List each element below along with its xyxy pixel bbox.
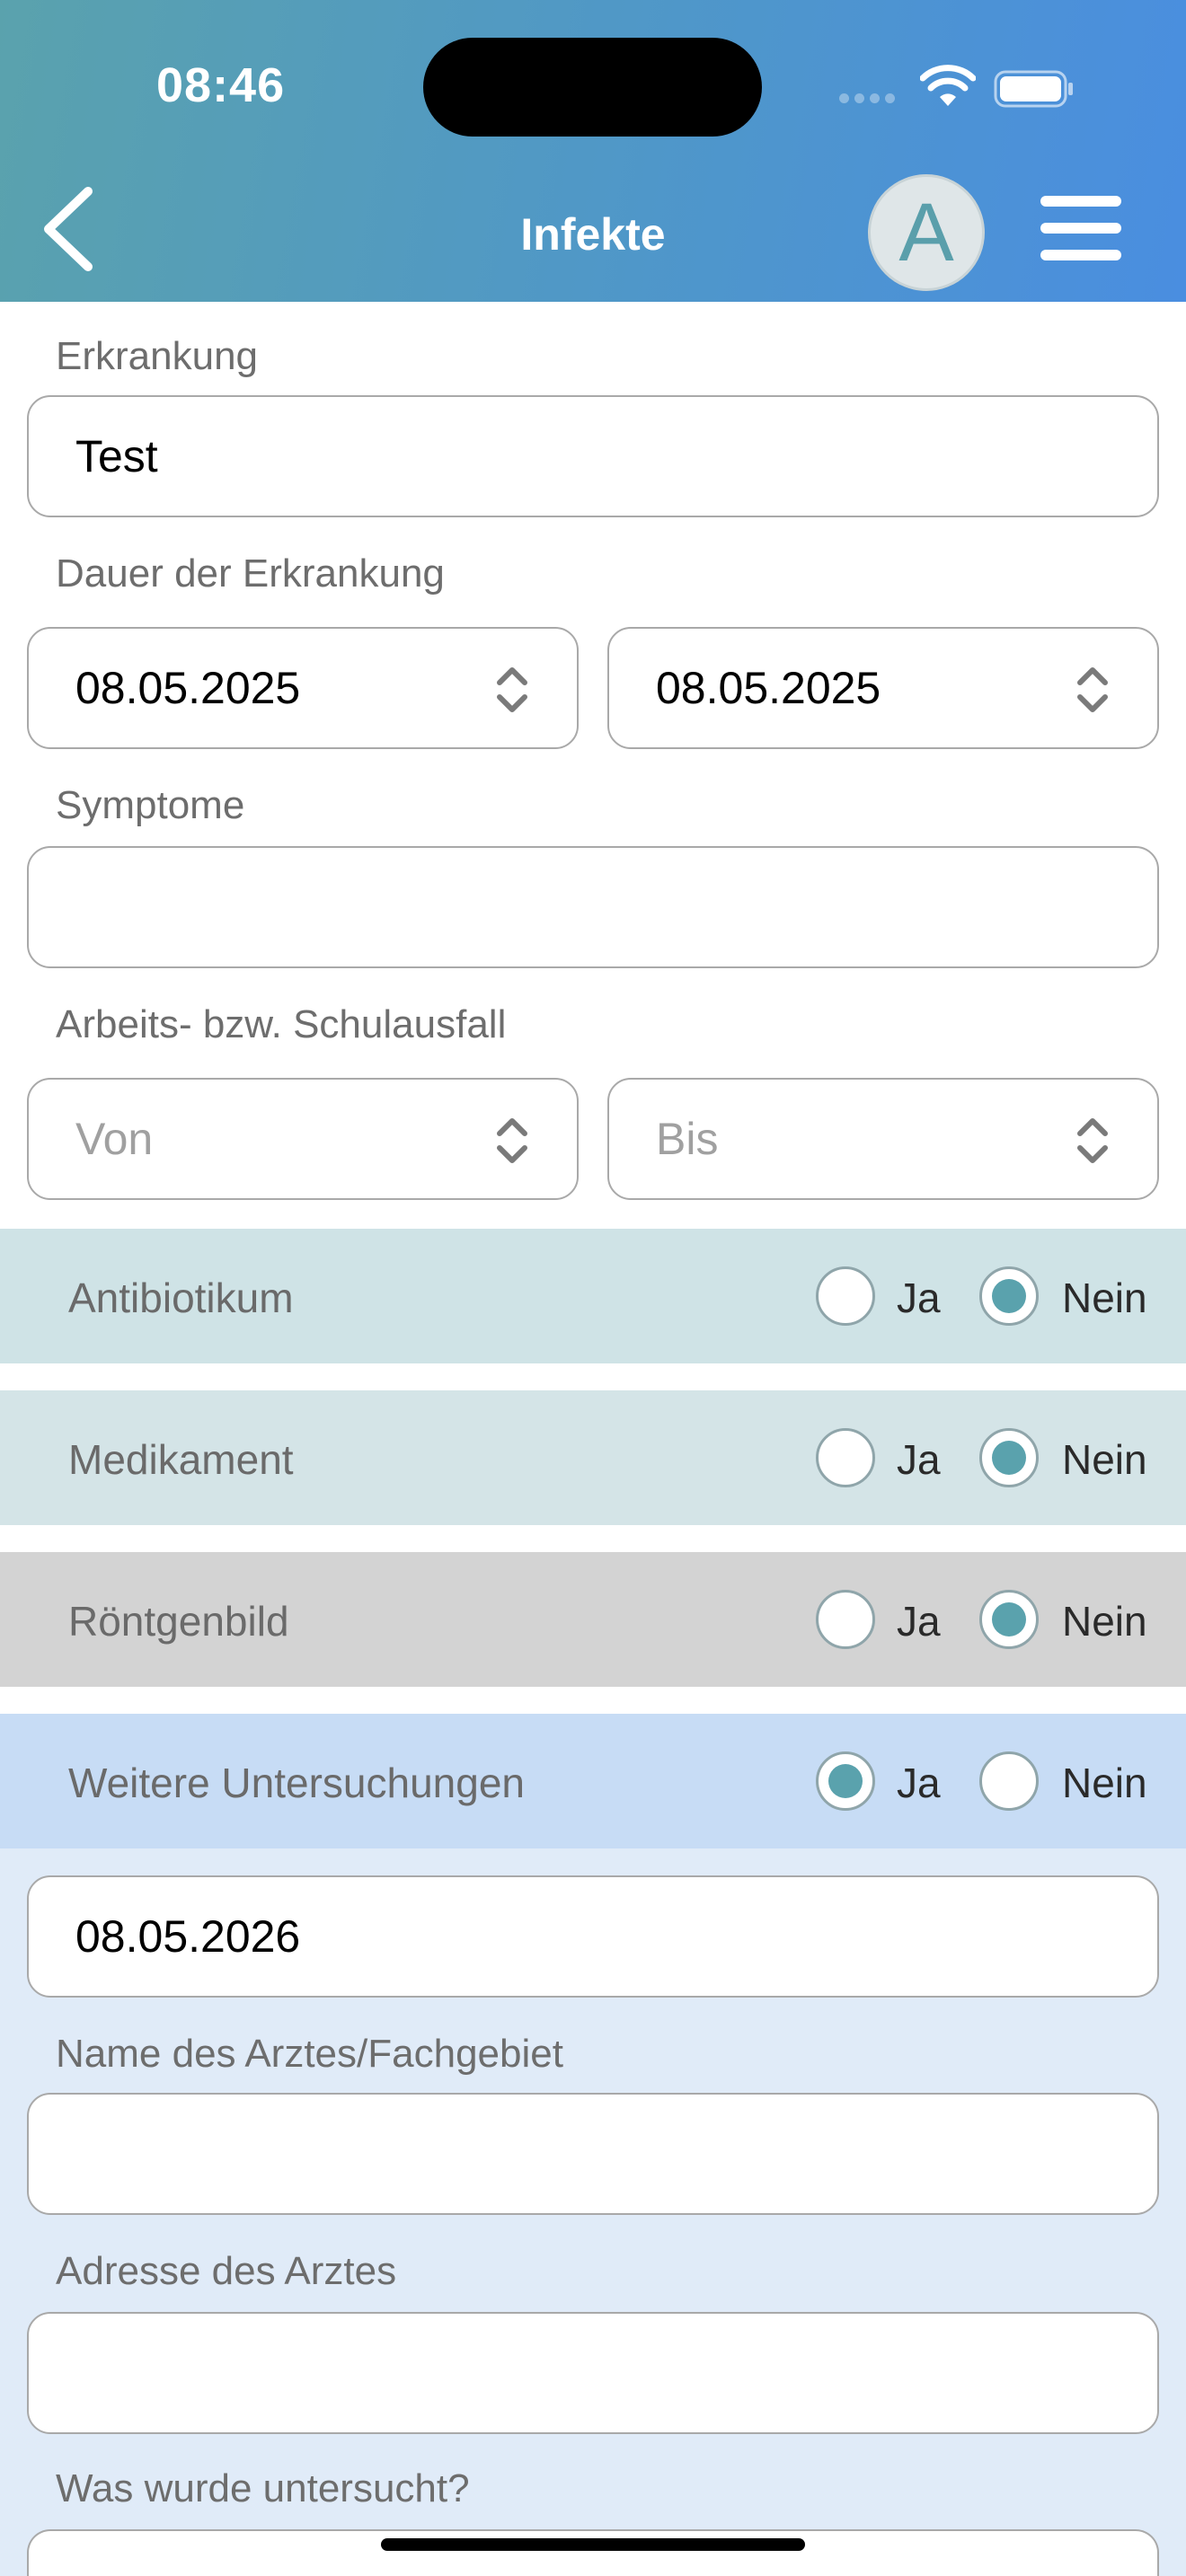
radio-ja[interactable] <box>816 1751 875 1811</box>
radio-nein-label: Nein <box>1062 1760 1147 1806</box>
untersucht-input[interactable] <box>27 2529 1159 2576</box>
radio-ja-label: Ja <box>897 1275 941 1321</box>
dynamic-island <box>423 38 762 137</box>
dauer-from-value: 08.05.2025 <box>75 663 301 713</box>
radio-nein[interactable] <box>979 1266 1039 1326</box>
untersuchung-datum-value: 08.05.2026 <box>75 1911 301 1962</box>
arzt-name-label: Name des Arztes/Fachgebiet <box>56 2032 563 2076</box>
dauer-to-value: 08.05.2025 <box>656 663 881 713</box>
symptome-input[interactable] <box>27 846 1159 968</box>
erkrankung-input[interactable]: Test <box>27 395 1159 517</box>
radio-nein-label: Nein <box>1062 1598 1147 1645</box>
arzt-adresse-label: Adresse des Arztes <box>56 2249 397 2293</box>
home-indicator <box>381 2538 805 2551</box>
question-label: Antibiotikum <box>68 1275 294 1321</box>
radio-ja[interactable] <box>816 1590 875 1649</box>
question-label: Medikament <box>68 1436 294 1483</box>
radio-nein[interactable] <box>979 1751 1039 1811</box>
dauer-from-picker[interactable]: 08.05.2025 <box>27 627 579 749</box>
untersucht-label: Was wurde untersucht? <box>56 2466 470 2510</box>
erkrankung-label: Erkrankung <box>56 334 259 378</box>
ausfall-label: Arbeits- bzw. Schulausfall <box>56 1002 507 1046</box>
page-title: Infekte <box>520 209 666 260</box>
arzt-name-input[interactable] <box>27 2093 1159 2215</box>
stepper-icon <box>1077 667 1108 712</box>
ausfall-to-picker[interactable]: Bis <box>607 1078 1159 1200</box>
avatar[interactable]: A <box>868 174 985 291</box>
question-row-weitere-untersuchungen: Weitere Untersuchungen Ja Nein <box>0 1714 1186 1848</box>
ausfall-from-placeholder: Von <box>75 1114 154 1164</box>
menu-button[interactable] <box>1040 196 1121 260</box>
question-label: Röntgenbild <box>68 1598 289 1645</box>
radio-ja-label: Ja <box>897 1436 941 1483</box>
question-row-roentgenbild: Röntgenbild Ja Nein <box>0 1552 1186 1687</box>
battery-icon <box>994 70 1073 108</box>
erkrankung-value: Test <box>75 431 158 481</box>
question-label: Weitere Untersuchungen <box>68 1760 525 1806</box>
hamburger-icon-bar <box>1040 250 1121 260</box>
status-time: 08:46 <box>156 58 286 112</box>
arzt-adresse-input[interactable] <box>27 2312 1159 2434</box>
hamburger-icon-bar <box>1040 196 1121 207</box>
radio-ja-label: Ja <box>897 1598 941 1645</box>
stepper-icon <box>1077 1118 1108 1163</box>
radio-ja[interactable] <box>816 1428 875 1487</box>
radio-nein-label: Nein <box>1062 1275 1147 1321</box>
radio-ja-label: Ja <box>897 1760 941 1806</box>
ausfall-to-placeholder: Bis <box>656 1114 719 1164</box>
app-header: 08:46 Infekte A <box>0 0 1186 302</box>
question-row-antibiotikum: Antibiotikum Ja Nein <box>0 1229 1186 1363</box>
dauer-to-picker[interactable]: 08.05.2025 <box>607 627 1159 749</box>
radio-ja[interactable] <box>816 1266 875 1326</box>
stepper-icon <box>497 1118 527 1163</box>
untersuchung-datum-input[interactable]: 08.05.2026 <box>27 1875 1159 1998</box>
hamburger-icon-bar <box>1040 223 1121 234</box>
question-row-medikament: Medikament Ja Nein <box>0 1390 1186 1525</box>
cellular-signal-icon <box>839 93 895 103</box>
symptome-label: Symptome <box>56 783 245 827</box>
dauer-label: Dauer der Erkrankung <box>56 551 445 595</box>
ausfall-from-picker[interactable]: Von <box>27 1078 579 1200</box>
radio-nein-label: Nein <box>1062 1436 1147 1483</box>
radio-nein[interactable] <box>979 1428 1039 1487</box>
stepper-icon <box>497 667 527 712</box>
wifi-icon <box>920 65 976 106</box>
radio-nein[interactable] <box>979 1590 1039 1649</box>
